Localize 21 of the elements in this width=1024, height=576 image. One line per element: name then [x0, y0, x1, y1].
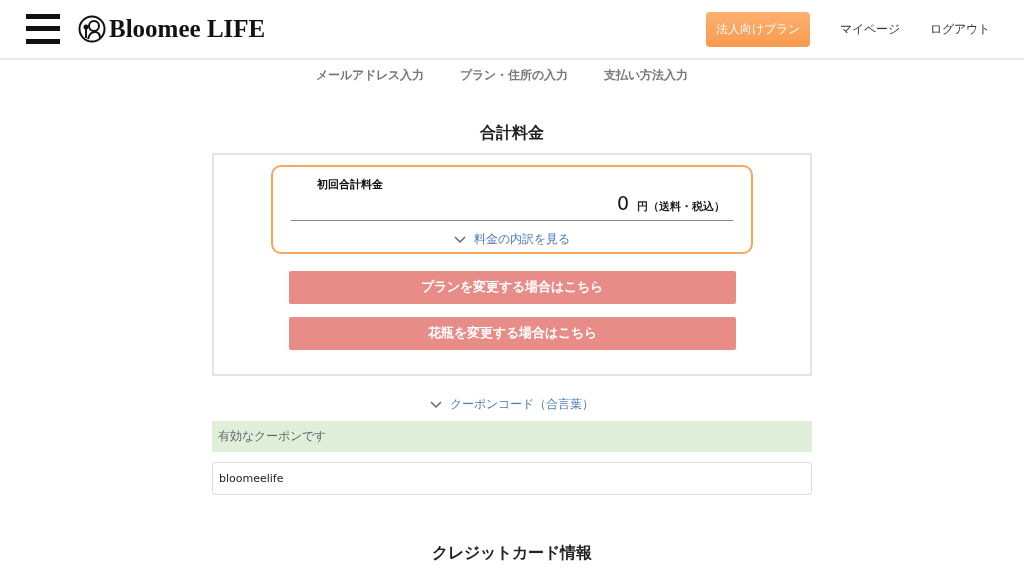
brand-name[interactable]: Bloomee LIFE: [109, 15, 266, 43]
menu-icon[interactable]: [26, 14, 60, 44]
total-amount: 0: [616, 192, 629, 214]
step-label: メールアドレス入力: [316, 67, 424, 84]
coupon-toggle[interactable]: クーポンコード（合言葉）: [450, 396, 594, 413]
total-label: 初回合計料金: [317, 177, 384, 192]
change-button[interactable]: 花瓶を変更する場合はこちら: [288, 317, 736, 350]
step-label: プラン・住所の入力: [460, 67, 568, 84]
nav-link[interactable]: マイページ: [830, 20, 910, 38]
chevron-down-icon: [430, 400, 442, 409]
change-button[interactable]: プランを変更する場合はこちら: [288, 271, 736, 304]
amount-unit: 円（送料・税込）: [637, 200, 725, 214]
logo-icon: [78, 15, 106, 43]
breakdown-link[interactable]: 料金の内訳を見る: [474, 231, 570, 248]
step-label: 支払い方法入力: [604, 67, 688, 84]
coupon-field[interactable]: bloomeelife: [212, 462, 812, 495]
section-title: 合計料金: [480, 123, 544, 144]
nav-link[interactable]: ログアウト: [920, 20, 1000, 38]
chevron-down-icon: [454, 235, 466, 244]
section-title: クレジットカード情報: [432, 543, 592, 564]
coupon-message: 有効なクーポンです: [212, 421, 812, 452]
